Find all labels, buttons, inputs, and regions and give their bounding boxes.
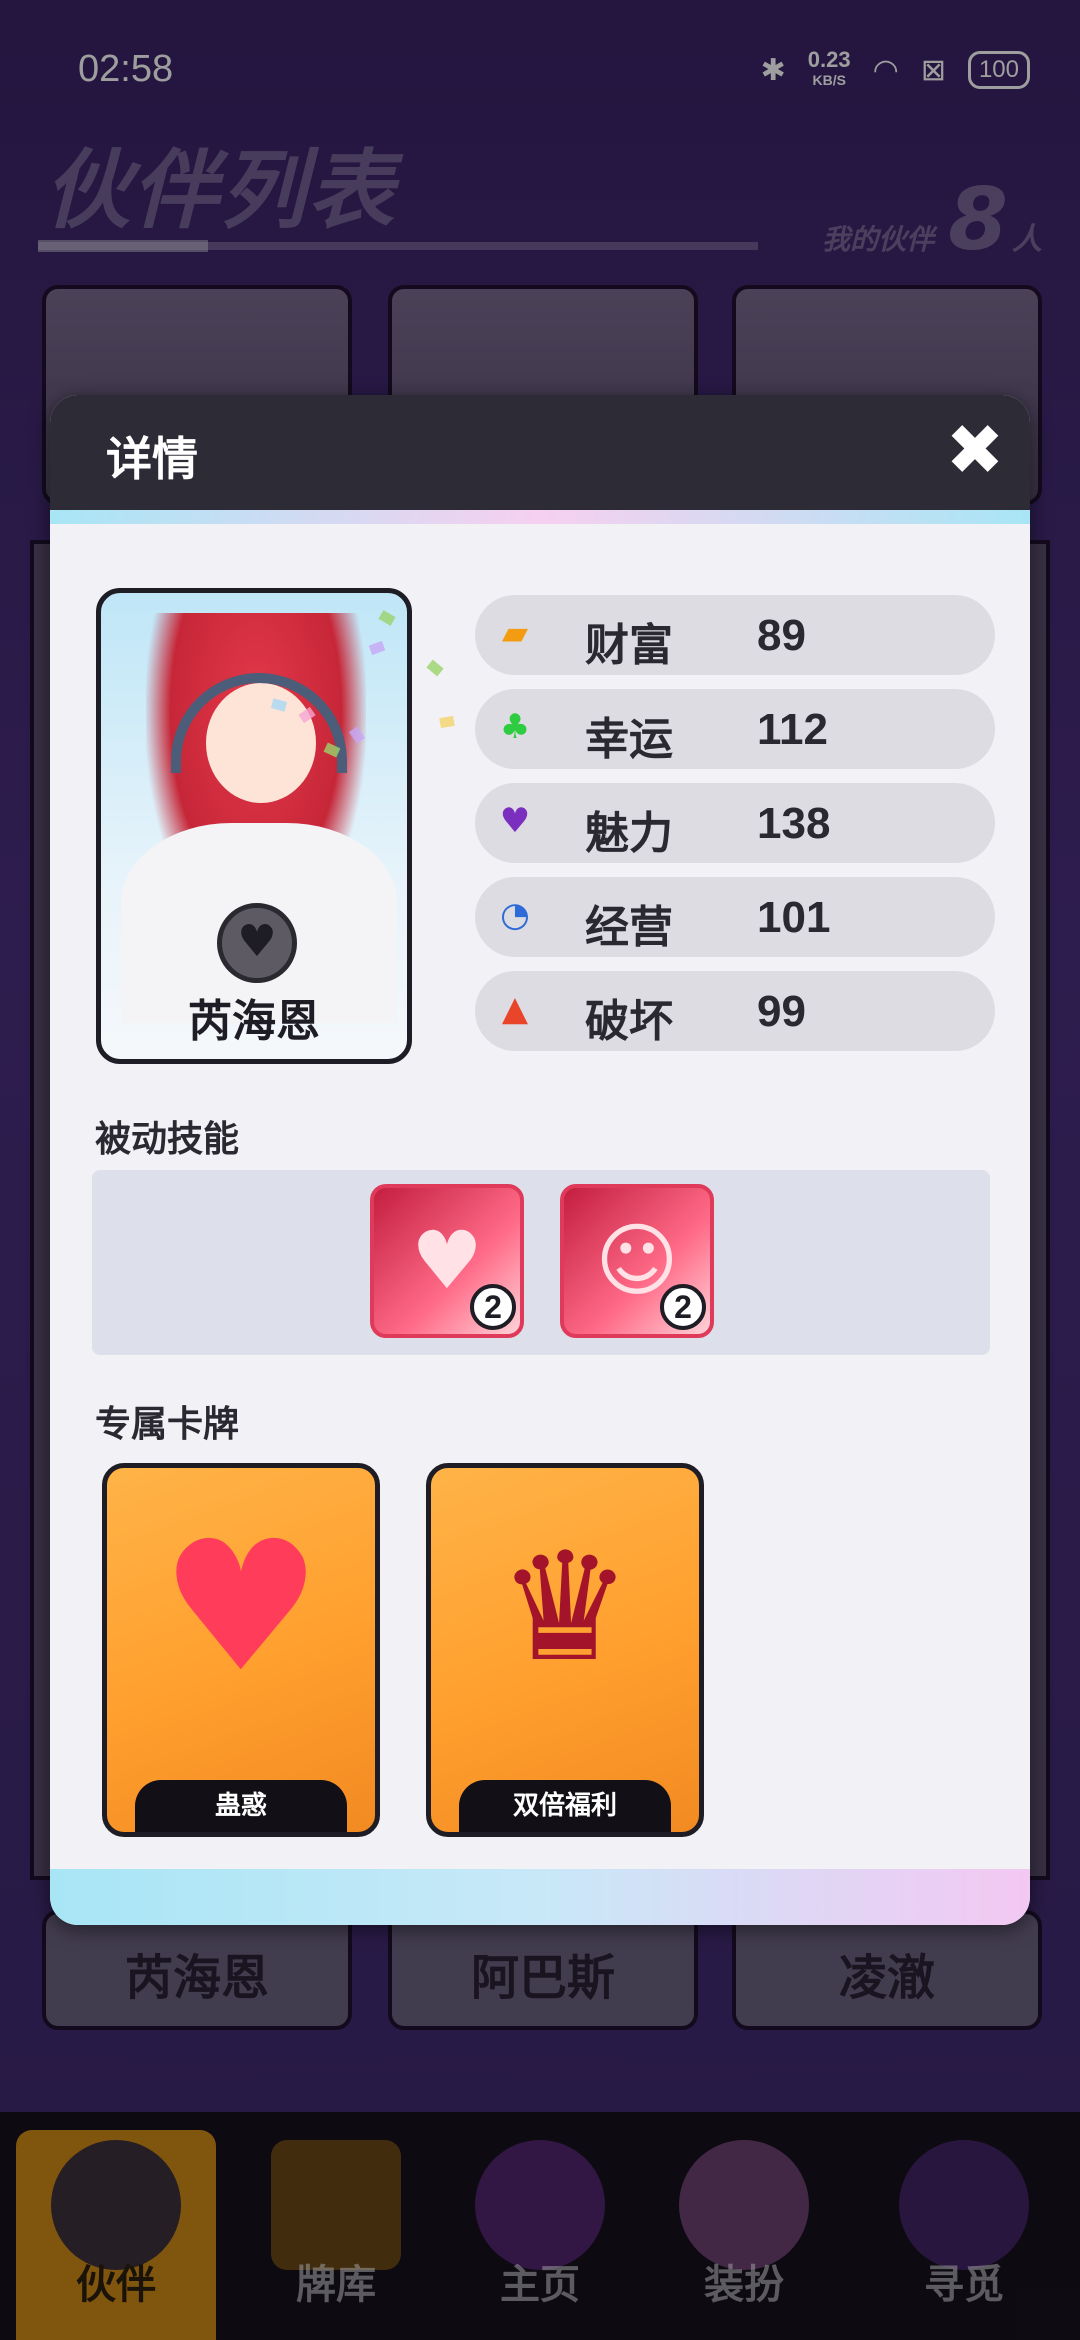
stat-destruction: ▲ 破坏 99 bbox=[475, 971, 995, 1051]
flame-icon: ▲ bbox=[501, 989, 529, 1029]
exclusive-card-double-bonus[interactable]: ♛ 双倍福利 bbox=[426, 1463, 704, 1837]
pie-chart-icon: ◔ bbox=[500, 895, 530, 935]
stat-luck: ♣ 幸运 112 bbox=[475, 689, 995, 769]
modal-header: 详情 ✖ bbox=[50, 395, 1030, 510]
stat-label: 财富 bbox=[585, 620, 673, 671]
exclusive-cards-title: 专属卡牌 bbox=[95, 1404, 240, 1445]
close-button[interactable]: ✖ bbox=[942, 415, 1008, 485]
ticket-icon: ▰ bbox=[501, 613, 529, 653]
throne-character-icon: ♛ bbox=[497, 1521, 633, 1695]
confetti-decoration bbox=[426, 659, 444, 677]
stat-charm: ♥ 魅力 138 bbox=[475, 783, 995, 863]
passive-skills-box: ♥ 2 ☺ 2 bbox=[92, 1170, 990, 1355]
modal-title: 详情 bbox=[106, 432, 198, 486]
skill-character[interactable]: ☺ 2 bbox=[560, 1184, 714, 1338]
stat-wealth: ▰ 财富 89 bbox=[475, 595, 995, 675]
passive-skills-title: 被动技能 bbox=[95, 1119, 240, 1160]
heart-hand-icon: ♥ bbox=[160, 1503, 322, 1712]
exclusive-card-name: 双倍福利 bbox=[459, 1780, 671, 1832]
close-icon: ✖ bbox=[945, 409, 1005, 491]
stat-label: 魅力 bbox=[585, 808, 673, 859]
stat-label: 经营 bbox=[585, 902, 673, 953]
exclusive-card-name: 蛊惑 bbox=[135, 1780, 347, 1832]
footer-stripe bbox=[50, 1869, 1030, 1925]
stat-value: 138 bbox=[757, 799, 831, 848]
heart-coin-icon bbox=[217, 903, 297, 983]
skill-level-badge: 2 bbox=[470, 1284, 516, 1330]
heart-mask-icon: ♥ bbox=[499, 801, 531, 841]
confetti-decoration bbox=[439, 715, 455, 729]
stat-label: 破坏 bbox=[585, 996, 673, 1047]
header-stripe bbox=[50, 510, 1030, 524]
partner-name: 芮海恩 bbox=[188, 996, 320, 1047]
skill-heart-arrows[interactable]: ♥ 2 bbox=[370, 1184, 524, 1338]
stat-management: ◔ 经营 101 bbox=[475, 877, 995, 957]
stat-value: 99 bbox=[757, 987, 806, 1036]
stat-value: 89 bbox=[757, 611, 806, 660]
detail-modal: 详情 ✖ 芮海恩 ▰ 财富 89 ♣ 幸运 112 ♥ 魅力 138 ◔ 经营 bbox=[50, 395, 1030, 1925]
stat-value: 101 bbox=[757, 893, 831, 942]
stat-value: 112 bbox=[757, 705, 828, 754]
stat-label: 幸运 bbox=[585, 714, 673, 765]
clover-icon: ♣ bbox=[499, 707, 531, 747]
skill-level-badge: 2 bbox=[660, 1284, 706, 1330]
partner-portrait-card: 芮海恩 bbox=[96, 588, 412, 1064]
stats-list: ▰ 财富 89 ♣ 幸运 112 ♥ 魅力 138 ◔ 经营 101 ▲ 破坏 … bbox=[475, 595, 995, 1065]
exclusive-card-charm[interactable]: ♥ 蛊惑 bbox=[102, 1463, 380, 1837]
